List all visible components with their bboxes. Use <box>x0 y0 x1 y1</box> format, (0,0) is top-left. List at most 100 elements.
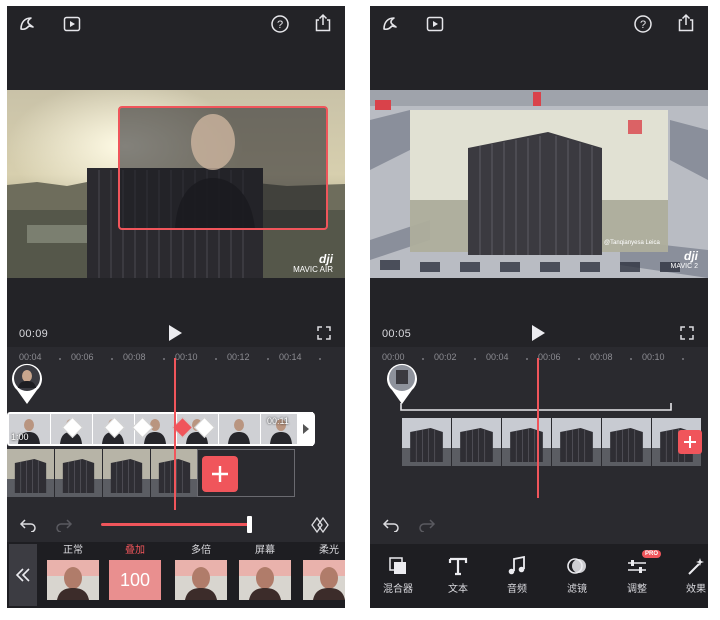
collapse-back-button[interactable] <box>9 544 37 606</box>
main-clip-frame <box>552 418 601 466</box>
blend-mode-thumb <box>239 560 291 600</box>
add-clip-button[interactable] <box>678 430 702 454</box>
watermark-brand: dji <box>684 249 698 263</box>
ruler-tick-label: 00:06 <box>71 352 94 362</box>
ruler-dot <box>526 358 528 360</box>
blend-mode-thumb <box>47 560 99 600</box>
opacity-slider-track[interactable] <box>101 523 251 526</box>
blend-mode-thumb <box>303 560 345 600</box>
blend-mode-item[interactable]: 正常 <box>45 544 101 600</box>
main-clip-frame <box>103 449 150 497</box>
blend-mode-item[interactable]: 柔光 <box>301 544 345 600</box>
redo-icon[interactable] <box>418 518 436 532</box>
tool-label-effects: 效果 <box>686 584 706 595</box>
undo-icon[interactable] <box>382 518 400 532</box>
ruler-dot <box>267 358 269 360</box>
blend-mode-label: 多倍 <box>191 545 211 556</box>
video-preview[interactable]: @Tanqianyesa Leica dji MAVIC 2 <box>370 90 708 278</box>
pro-badge: PRO <box>642 550 662 558</box>
clip-duration: 00:11 <box>267 416 289 426</box>
ruler-dot <box>474 358 476 360</box>
main-clip-frame <box>602 418 651 466</box>
clip-handle-right[interactable] <box>297 412 315 446</box>
overlay-pin-thumbnail[interactable] <box>9 360 45 406</box>
undo-icon[interactable] <box>19 518 37 532</box>
main-clip-frame <box>7 449 54 497</box>
effects-icon <box>688 558 704 575</box>
tool-adjust[interactable]: 调整 PRO <box>609 550 665 595</box>
ruler-tick-label: 00:04 <box>486 352 509 362</box>
left-phone-screen: ? dji MAVIC AIR 00:09 00:04 00:06 00:08 … <box>7 6 345 608</box>
app-logo-icon[interactable] <box>380 14 400 34</box>
playhead[interactable] <box>537 358 539 498</box>
current-timecode: 00:09 <box>19 328 49 340</box>
ruler-dot <box>578 358 580 360</box>
overlay-clip-frame <box>219 414 260 444</box>
ruler-dot <box>111 358 113 360</box>
fullscreen-icon[interactable] <box>317 326 331 340</box>
blend-icon <box>389 557 406 574</box>
right-phone-screen: ? @Tanqianyesa Leica dji MAVIC 2 00:05 0… <box>370 6 708 608</box>
blend-mode-item[interactable]: 多倍 <box>173 544 229 600</box>
blend-mode-item[interactable]: 叠加 100 <box>107 544 163 600</box>
help-icon[interactable]: ? <box>270 14 290 34</box>
ruler-tick-label: 00:02 <box>434 352 457 362</box>
opacity-slider-handle[interactable] <box>247 516 252 533</box>
ruler-tick-label: 00:10 <box>175 352 198 362</box>
preview-play-icon[interactable] <box>426 15 444 33</box>
main-clip-frame <box>55 449 102 497</box>
play-icon[interactable] <box>530 324 546 342</box>
blend-mode-thumb <box>175 560 227 600</box>
ruler-dot <box>422 358 424 360</box>
playhead[interactable] <box>174 358 176 510</box>
help-icon[interactable]: ? <box>633 14 653 34</box>
opacity-value-thumb: 100 <box>109 560 161 600</box>
ruler-dot <box>215 358 217 360</box>
overlay-range-bracket[interactable] <box>400 402 672 414</box>
filter-icon <box>567 558 586 574</box>
ruler-tick-label: 00:14 <box>279 352 302 362</box>
play-icon[interactable] <box>167 324 183 342</box>
overlay-pin-thumbnail[interactable] <box>384 360 420 406</box>
redo-icon[interactable] <box>55 518 73 532</box>
watermark-brand: dji <box>319 252 333 266</box>
video-preview[interactable]: dji MAVIC AIR <box>7 90 345 278</box>
tool-filter[interactable]: 滤镜 <box>549 556 605 595</box>
tool-label-text: 文本 <box>448 584 468 595</box>
preview-play-icon[interactable] <box>63 15 81 33</box>
tool-audio[interactable]: 音频 <box>489 556 545 595</box>
music-icon <box>508 556 525 575</box>
watermark-model: MAVIC 2 <box>670 263 699 270</box>
main-clip-track[interactable] <box>402 418 708 466</box>
tool-label-adjust: 调整 <box>627 584 647 595</box>
keyframe-icon[interactable] <box>310 516 332 534</box>
tool-blender[interactable]: 混合器 <box>370 556 426 595</box>
share-icon[interactable] <box>313 13 333 33</box>
tool-effects[interactable]: 效果 <box>668 556 708 595</box>
svg-text:?: ? <box>277 19 283 31</box>
watermark-credit: @Tanqianyesa Leica <box>604 240 660 246</box>
blend-mode-label: 正常 <box>63 545 83 556</box>
ruler-tick-label: 00:08 <box>123 352 146 362</box>
blend-mode-item[interactable]: 屏幕 <box>237 544 293 600</box>
watermark-model: MAVIC AIR <box>293 265 333 274</box>
fullscreen-icon[interactable] <box>680 326 694 340</box>
text-icon <box>448 557 468 576</box>
ruler-dot <box>682 358 684 360</box>
svg-text:?: ? <box>640 19 646 31</box>
add-clip-button[interactable] <box>202 456 238 492</box>
main-clip-track[interactable] <box>7 449 197 497</box>
share-icon[interactable] <box>676 13 696 33</box>
ruler-tick-label: 00:08 <box>590 352 613 362</box>
time-ruler: 00:04 00:06 00:08 00:10 00:12 00:14 <box>7 349 345 369</box>
ruler-dot <box>630 358 632 360</box>
ruler-dot <box>59 358 61 360</box>
app-logo-icon[interactable] <box>17 14 37 34</box>
ruler-dot <box>163 358 165 360</box>
main-clip-frame <box>402 418 451 466</box>
blend-mode-label: 柔光 <box>319 545 339 556</box>
adjust-icon <box>628 560 646 573</box>
ruler-tick-label: 00:10 <box>642 352 665 362</box>
main-clip-frame <box>502 418 551 466</box>
tool-text[interactable]: 文本 <box>430 556 486 595</box>
